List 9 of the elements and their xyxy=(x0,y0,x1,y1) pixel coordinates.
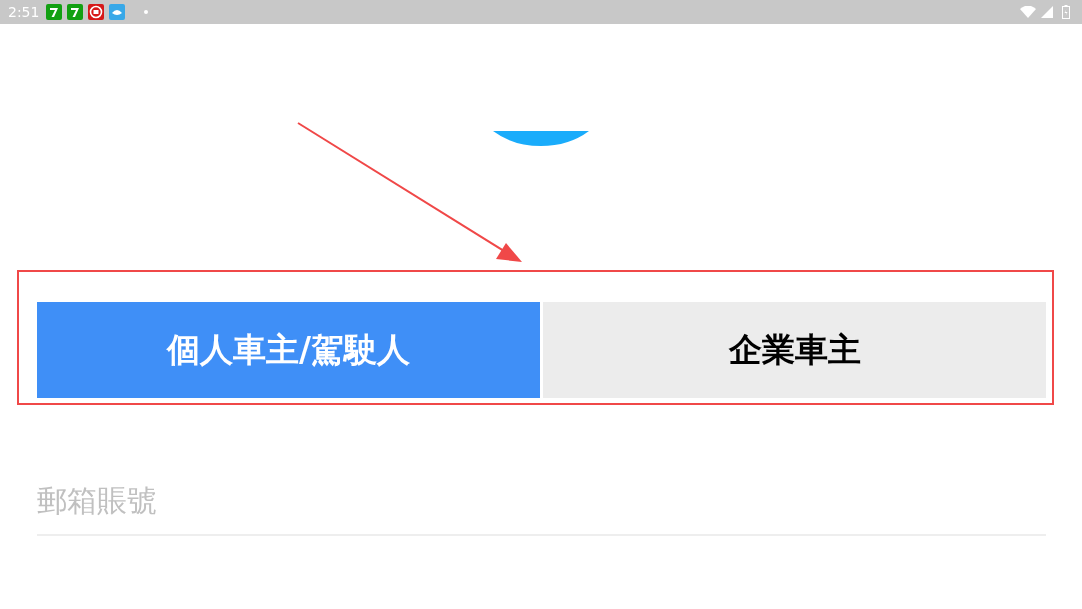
role-tab[interactable]: 企業車主 xyxy=(543,302,1046,398)
notification-dot-icon xyxy=(144,10,149,14)
signal-icon xyxy=(1041,6,1053,18)
battery-icon xyxy=(1062,5,1070,19)
app-icon xyxy=(88,4,105,20)
wifi-icon xyxy=(1020,6,1036,18)
app-icon xyxy=(46,4,63,20)
app-icon xyxy=(67,4,84,20)
app-icon xyxy=(109,4,126,20)
